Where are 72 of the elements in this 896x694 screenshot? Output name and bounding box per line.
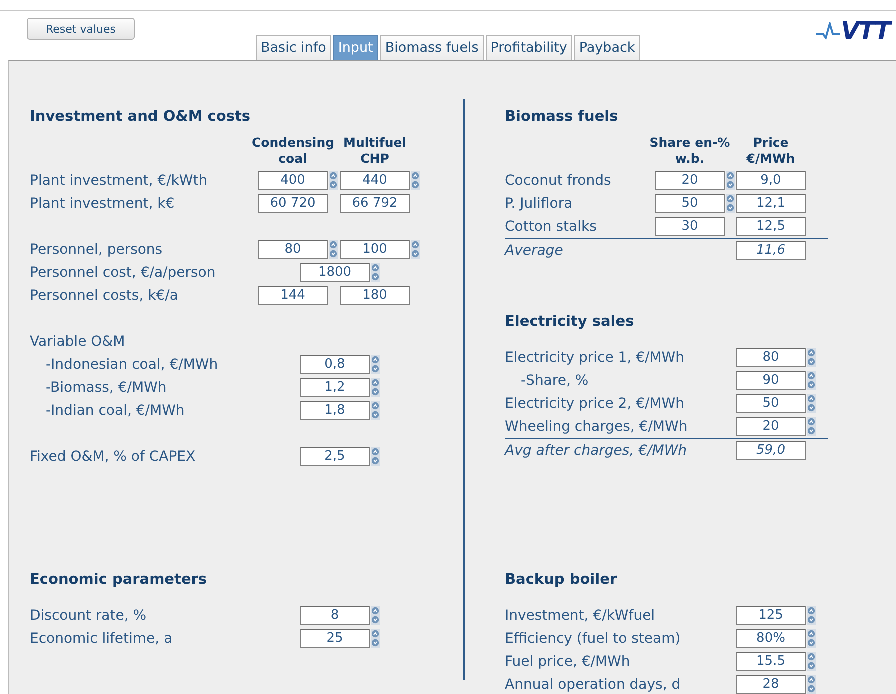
field-label: Avg after charges, €/MWh bbox=[505, 442, 688, 458]
field-label: -Indonesian coal, €/MWh bbox=[45, 356, 220, 372]
section-title: Investment and O&M costs bbox=[30, 109, 252, 127]
spin-buttons[interactable] bbox=[371, 263, 380, 282]
wave-icon bbox=[815, 22, 842, 40]
tab[interactable]: Biomass fuels bbox=[380, 35, 484, 60]
field-label: Personnel costs, k€/a bbox=[30, 288, 180, 304]
field-label: Coconut fronds bbox=[505, 172, 612, 188]
reset-button[interactable]: Reset values bbox=[27, 18, 135, 40]
tab[interactable]: Basic info bbox=[256, 35, 332, 60]
number-field[interactable]: 30 bbox=[655, 217, 725, 236]
spin-buttons[interactable] bbox=[807, 652, 816, 671]
field-label: P. Juliflora bbox=[505, 196, 574, 212]
field-label: Personnel cost, €/a/person bbox=[30, 264, 217, 280]
number-field[interactable]: 11,6 bbox=[736, 241, 806, 260]
section-title: Economic parameters bbox=[30, 572, 208, 590]
field-label: Fuel price, €/MWh bbox=[505, 654, 632, 670]
spin-buttons[interactable] bbox=[807, 606, 816, 625]
field-label: -Share, % bbox=[520, 372, 590, 388]
spin-buttons[interactable] bbox=[807, 629, 816, 648]
spin-buttons[interactable] bbox=[411, 171, 420, 190]
tab[interactable]: Profitability bbox=[486, 35, 572, 60]
field-label: Electricity price 1, €/MWh bbox=[505, 350, 686, 366]
field-label: -Indian coal, €/MWh bbox=[45, 402, 186, 418]
field-label: Plant investment, k€ bbox=[30, 196, 176, 212]
section-title: Biomass fuels bbox=[505, 109, 620, 127]
field-label: Plant investment, €/kWth bbox=[30, 172, 209, 188]
field-label: Wheeling charges, €/MWh bbox=[505, 418, 689, 434]
spin-buttons[interactable] bbox=[807, 394, 816, 413]
spin-buttons[interactable] bbox=[371, 606, 380, 625]
tab[interactable]: Payback bbox=[574, 35, 640, 60]
number-field[interactable]: 9,0 bbox=[736, 171, 806, 190]
column-header: Share en-% w.b. bbox=[649, 135, 731, 167]
field-label: Discount rate, % bbox=[30, 608, 148, 624]
spin-buttons[interactable] bbox=[371, 447, 380, 466]
number-field[interactable]: 59,0 bbox=[736, 441, 806, 460]
number-field[interactable]: 12,1 bbox=[736, 194, 806, 213]
number-field[interactable]: 180 bbox=[340, 286, 410, 305]
column-header: Condensing coal bbox=[252, 135, 334, 167]
section-title: Electricity sales bbox=[505, 314, 636, 332]
spin-buttons[interactable] bbox=[371, 355, 380, 374]
field-label: Variable O&M bbox=[30, 334, 126, 350]
field-label: -Biomass, €/MWh bbox=[45, 380, 168, 396]
spin-buttons[interactable] bbox=[807, 371, 816, 390]
spin-buttons[interactable] bbox=[371, 629, 380, 648]
field-label: Electricity price 2, €/MWh bbox=[505, 396, 686, 412]
column-header: Multifuel CHP bbox=[342, 135, 408, 167]
number-field[interactable]: 66 792 bbox=[340, 194, 410, 213]
number-field[interactable]: 60 720 bbox=[258, 194, 328, 213]
spin-buttons[interactable] bbox=[329, 171, 338, 190]
spin-buttons[interactable] bbox=[726, 171, 735, 190]
field-label: Investment, €/kWfuel bbox=[505, 608, 656, 624]
spin-buttons[interactable] bbox=[807, 675, 816, 694]
column-header: Price €/MWh bbox=[746, 135, 796, 167]
spin-buttons[interactable] bbox=[807, 348, 816, 367]
field-label: Fixed O&M, % of CAPEX bbox=[30, 448, 197, 464]
field-label: Average bbox=[505, 242, 564, 258]
number-field[interactable]: 144 bbox=[258, 286, 328, 305]
field-label: Personnel, persons bbox=[30, 242, 164, 258]
spin-buttons[interactable] bbox=[329, 240, 338, 259]
field-label: Annual operation days, d bbox=[505, 676, 682, 692]
field-label: Efficiency (fuel to steam) bbox=[505, 630, 682, 646]
spin-buttons[interactable] bbox=[371, 378, 380, 397]
spin-buttons[interactable] bbox=[726, 194, 735, 213]
spin-buttons[interactable] bbox=[411, 240, 420, 259]
field-label: Cotton stalks bbox=[505, 218, 598, 234]
spin-buttons[interactable] bbox=[807, 417, 816, 436]
spin-buttons[interactable] bbox=[371, 401, 380, 420]
field-label: Economic lifetime, a bbox=[30, 630, 174, 646]
number-field[interactable]: 12,5 bbox=[736, 217, 806, 236]
logo-text: VTT bbox=[841, 17, 890, 45]
section-title: Backup boiler bbox=[505, 572, 618, 590]
